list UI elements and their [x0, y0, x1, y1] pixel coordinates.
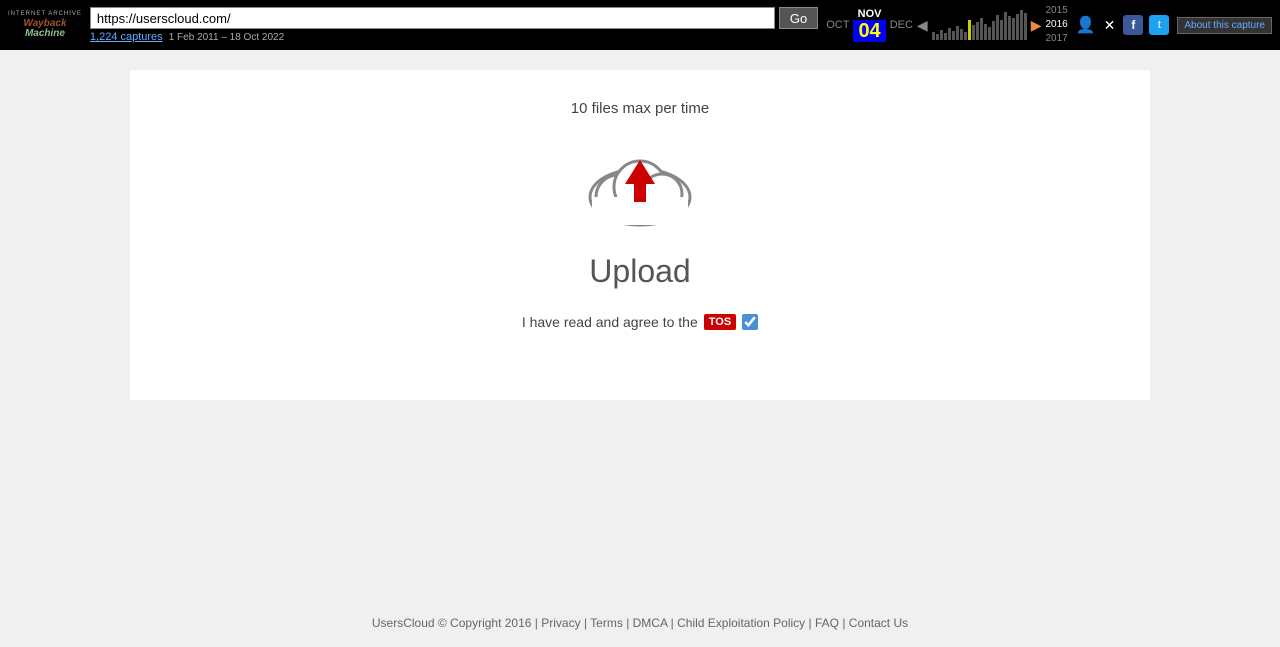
files-max-text: 10 files max per time: [571, 100, 709, 117]
footer-child-link[interactable]: Child Exploitation Policy: [677, 616, 805, 630]
bar: [952, 31, 955, 40]
bar: [976, 22, 979, 40]
bar: [984, 24, 987, 40]
url-area: Go 1,224 captures 1 Feb 2011 – 18 Oct 20…: [90, 7, 818, 43]
prev-month[interactable]: OCT: [826, 19, 849, 31]
upload-label: Upload: [589, 253, 690, 290]
brand-machine: Machine: [25, 29, 65, 39]
calendar-section: OCT NOV 04 DEC ◀: [826, 4, 1068, 46]
bar: [948, 28, 951, 40]
footer-copyright: UsersCloud © Copyright 2016: [372, 616, 532, 630]
bar: [1012, 18, 1015, 40]
upload-cloud-icon[interactable]: [580, 142, 700, 232]
bar: [1008, 16, 1011, 40]
bar: [996, 15, 999, 40]
bar: [960, 29, 963, 40]
footer-terms-link[interactable]: Terms: [590, 616, 623, 630]
bar: [992, 21, 995, 40]
user-icon[interactable]: 👤: [1076, 15, 1096, 35]
prev-arrow-icon[interactable]: ◀: [917, 17, 928, 34]
url-row: Go: [90, 7, 818, 29]
bar: [1024, 13, 1027, 40]
wayback-toolbar: INTERNET ARCHIVE Wayback Machine Go 1,22…: [0, 0, 1280, 50]
tos-text: I have read and agree to the: [522, 314, 698, 330]
bar: [1000, 20, 1003, 40]
about-capture-button[interactable]: About this capture: [1177, 17, 1272, 34]
bar: [988, 27, 991, 40]
url-input[interactable]: [90, 7, 775, 29]
bar: [932, 32, 935, 40]
wayback-top-bar: INTERNET ARCHIVE Wayback Machine Go 1,22…: [0, 0, 1280, 50]
wayback-brand: Wayback Machine: [23, 19, 66, 39]
current-day: 04: [853, 20, 885, 42]
bar: [956, 26, 959, 40]
captures-row: 1,224 captures 1 Feb 2011 – 18 Oct 2022: [90, 31, 818, 43]
upload-icon-area[interactable]: [580, 137, 700, 237]
next-month[interactable]: DEC: [890, 19, 913, 31]
current-month: NOV: [858, 8, 882, 20]
next-arrow-icon[interactable]: ▶: [1031, 17, 1042, 34]
captures-date: 1 Feb 2011 – 18 Oct 2022: [169, 32, 284, 43]
next-year: 2017: [1045, 32, 1067, 46]
close-icon[interactable]: ✕: [1104, 17, 1116, 34]
ia-logo: INTERNET ARCHIVE Wayback Machine: [8, 11, 82, 38]
tos-badge[interactable]: TOS: [704, 314, 736, 330]
bar: [980, 18, 983, 40]
go-button[interactable]: Go: [779, 7, 818, 29]
twitter-icon[interactable]: t: [1149, 15, 1169, 35]
captures-link[interactable]: 1,224 captures: [90, 31, 163, 43]
bar: [1020, 10, 1023, 40]
footer-contact-link[interactable]: Contact Us: [849, 616, 908, 630]
bar: [972, 25, 975, 40]
prev-year: 2015: [1045, 4, 1067, 18]
bar: [964, 32, 967, 40]
footer-dmca-link[interactable]: DMCA: [633, 616, 668, 630]
tos-row: I have read and agree to the TOS: [522, 314, 758, 330]
content-box: 10 files max per time Upload I have read…: [130, 70, 1150, 400]
bar: [1016, 14, 1019, 40]
facebook-icon[interactable]: f: [1123, 15, 1143, 35]
bar: [1004, 12, 1007, 40]
footer-privacy-link[interactable]: Privacy: [541, 616, 580, 630]
bar: [940, 30, 943, 40]
page-footer: UsersCloud © Copyright 2016 | Privacy | …: [356, 600, 924, 646]
footer-faq-link[interactable]: FAQ: [815, 616, 839, 630]
bar-active: [968, 20, 971, 40]
current-year: 2016: [1045, 18, 1067, 32]
bar: [944, 33, 947, 40]
social-icons: f t: [1123, 15, 1169, 35]
tos-checkbox[interactable]: [742, 314, 758, 330]
histogram: [932, 10, 1027, 40]
main-wrapper: 10 files max per time Upload I have read…: [0, 50, 1280, 646]
bar: [936, 34, 939, 40]
toolbar-right-controls: 👤 ✕ f t About this capture: [1076, 15, 1272, 35]
